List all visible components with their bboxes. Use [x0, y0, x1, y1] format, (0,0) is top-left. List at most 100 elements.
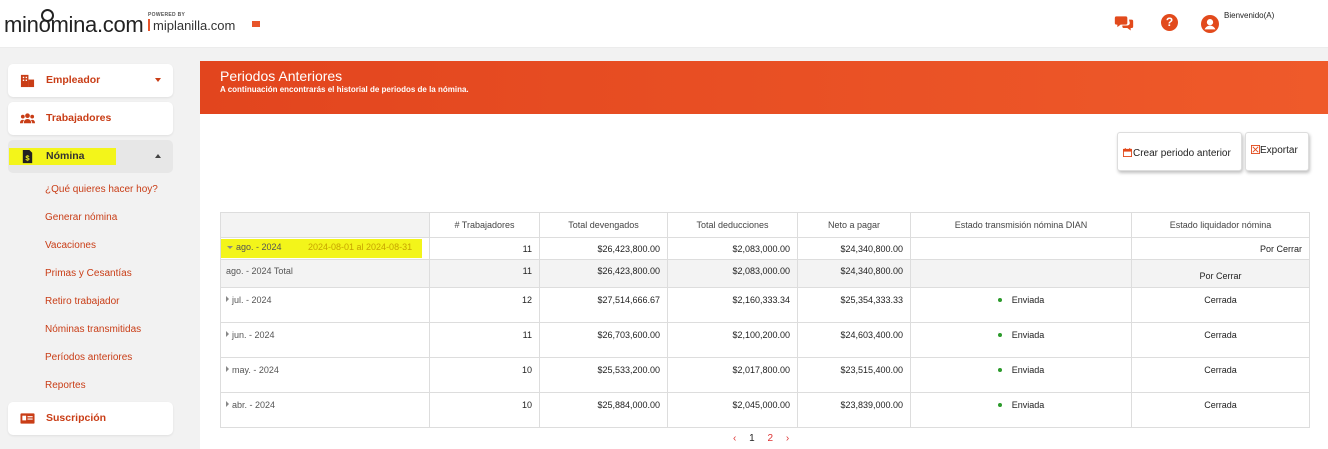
sidebar-item-suscripcion[interactable]: Suscripción	[8, 402, 173, 435]
welcome-text: Bienvenido(A)	[1224, 11, 1275, 20]
expand-arrow-icon[interactable]	[226, 401, 229, 407]
submenu-retiro-trabajador[interactable]: Retiro trabajador	[45, 296, 119, 307]
period-label: may. - 2024	[232, 365, 279, 375]
dian-status-cell: Enviada	[910, 287, 1132, 323]
dian-status-label: Enviada	[1011, 400, 1045, 410]
neto-cell: $24,340,800.00	[797, 237, 911, 260]
status-dot-icon	[997, 368, 1002, 372]
dian-status-cell	[910, 259, 1132, 288]
neto-cell: $25,354,333.33	[797, 287, 911, 323]
chevron-up-icon	[155, 154, 161, 158]
next-page-button[interactable]: ›	[786, 433, 789, 444]
neto-cell: $23,839,000.00	[797, 392, 911, 428]
sidebar-item-label: Suscripción	[46, 412, 107, 424]
submenu-nominas-transmitidas[interactable]: Nóminas transmitidas	[45, 324, 141, 335]
create-period-button[interactable]: Crear periodo anterior	[1117, 132, 1242, 171]
period-cell[interactable]: may. - 2024	[220, 357, 430, 393]
page-subtitle: A continuación encontrarás el historial …	[220, 85, 469, 94]
workers-cell: 12	[429, 287, 540, 323]
column-header: Total deducciones	[667, 212, 798, 238]
workers-cell: 11	[429, 259, 540, 288]
column-header: Neto a pagar	[797, 212, 911, 238]
submenu-periodos-anteriores[interactable]: Períodos anteriores	[45, 352, 132, 363]
table-header-row: # Trabajadores Total devengados Total de…	[220, 212, 1310, 238]
expand-arrow-icon[interactable]	[226, 296, 229, 302]
column-header	[220, 212, 430, 238]
chat-icon[interactable]	[1114, 13, 1134, 33]
partner-name: miplanilla.com	[153, 18, 236, 33]
deducciones-cell: $2,017,800.00	[667, 357, 798, 393]
sidebar-item-empleador[interactable]: Empleador	[8, 64, 173, 97]
payroll-icon: $	[22, 149, 33, 164]
create-period-label: Crear periodo anterior	[1133, 148, 1231, 159]
sidebar-item-label: Empleador	[46, 74, 101, 86]
expand-arrow-icon[interactable]	[226, 366, 229, 372]
table-row[interactable]: jul. - 2024 12 $27,514,666.67 $2,160,333…	[220, 287, 1310, 323]
submenu-primas-cesantias[interactable]: Primas y Cesantías	[45, 268, 132, 279]
sidebar-item-nomina[interactable]: $ Nómina	[8, 140, 173, 173]
deducciones-cell: $2,160,333.34	[667, 287, 798, 323]
sidebar-item-trabajadores[interactable]: Trabajadores	[8, 102, 173, 135]
neto-cell: $23,515,400.00	[797, 357, 911, 393]
dian-status-cell: Enviada	[910, 357, 1132, 393]
page-2-button[interactable]: 2	[767, 433, 773, 444]
dian-status-label: Enviada	[1011, 295, 1045, 305]
dian-status-label: Enviada	[1011, 365, 1045, 375]
submenu-que-quieres[interactable]: ¿Qué quieres hacer hoy?	[45, 184, 158, 195]
dian-status-cell: Enviada	[910, 322, 1132, 358]
help-icon[interactable]: ?	[1161, 14, 1178, 31]
period-label: ago. - 2024	[236, 242, 282, 252]
partner-logo: miplanilla.com	[148, 18, 235, 33]
dian-status-cell	[910, 237, 1132, 260]
period-cell-expanded[interactable]: ago. - 2024	[227, 242, 282, 252]
calendar-icon	[1123, 148, 1132, 157]
table-row: ago. - 2024 Total 11 $26,423,800.00 $2,0…	[220, 259, 1310, 288]
deducciones-cell: $2,083,000.00	[667, 237, 798, 260]
period-cell[interactable]: jun. - 2024	[220, 322, 430, 358]
period-cell[interactable]: abr. - 2024	[220, 392, 430, 428]
sidebar-item-label: Nómina	[46, 150, 85, 162]
column-header: Total devengados	[539, 212, 668, 238]
devengados-cell: $27,514,666.67	[539, 287, 668, 323]
menu-toggle-icon[interactable]	[252, 21, 260, 27]
liquidador-status-cell: Cerrada	[1131, 287, 1310, 323]
devengados-cell: $26,703,600.00	[539, 322, 668, 358]
logo[interactable]: minomina.com	[4, 9, 144, 38]
period-total-cell: ago. - 2024 Total	[220, 259, 430, 288]
devengados-cell: $25,884,000.00	[539, 392, 668, 428]
period-range: 2024-08-01 al 2024-08-31	[308, 242, 413, 252]
liquidador-status-cell: Por Cerrar	[1131, 237, 1310, 260]
expand-arrow-icon[interactable]	[226, 331, 229, 337]
neto-cell: $24,340,800.00	[797, 259, 911, 288]
period-cell[interactable]: jul. - 2024	[220, 287, 430, 323]
building-icon	[20, 74, 35, 88]
export-button[interactable]: Exportar	[1245, 132, 1309, 171]
liquidador-status-cell: Por Cerrar	[1131, 259, 1310, 288]
submenu-vacaciones[interactable]: Vacaciones	[45, 240, 96, 251]
period-label: abr. - 2024	[232, 400, 276, 410]
export-label: Exportar	[1260, 145, 1298, 156]
table-row[interactable]: abr. - 2024 10 $25,884,000.00 $2,045,000…	[220, 392, 1310, 428]
sidebar-item-label: Trabajadores	[46, 112, 112, 124]
submenu-generar-nomina[interactable]: Generar nómina	[45, 212, 117, 223]
neto-cell: $24,603,400.00	[797, 322, 911, 358]
liquidador-status-cell: Cerrada	[1131, 322, 1310, 358]
table-row[interactable]: may. - 2024 10 $25,533,200.00 $2,017,800…	[220, 357, 1310, 393]
prev-page-button[interactable]: ‹	[733, 433, 736, 444]
status-dot-icon	[997, 298, 1002, 302]
workers-cell: 11	[429, 322, 540, 358]
page-1-button[interactable]: 1	[749, 433, 755, 444]
status-dot-icon	[997, 403, 1002, 407]
workers-cell: 10	[429, 357, 540, 393]
pagination: ‹ 1 2 ›	[733, 433, 799, 444]
devengados-cell: $26,423,800.00	[539, 259, 668, 288]
devengados-cell: $26,423,800.00	[539, 237, 668, 260]
liquidador-status-cell: Cerrada	[1131, 392, 1310, 428]
submenu-reportes[interactable]: Reportes	[45, 380, 86, 391]
collapse-arrow-icon[interactable]	[227, 246, 233, 249]
page-title: Periodos Anteriores	[220, 68, 343, 84]
user-icon[interactable]	[1201, 15, 1219, 33]
table-row[interactable]: jun. - 2024 11 $26,703,600.00 $2,100,200…	[220, 322, 1310, 358]
period-label: jul. - 2024	[232, 295, 272, 305]
page-banner: Periodos Anteriores A continuación encon…	[200, 61, 1328, 114]
